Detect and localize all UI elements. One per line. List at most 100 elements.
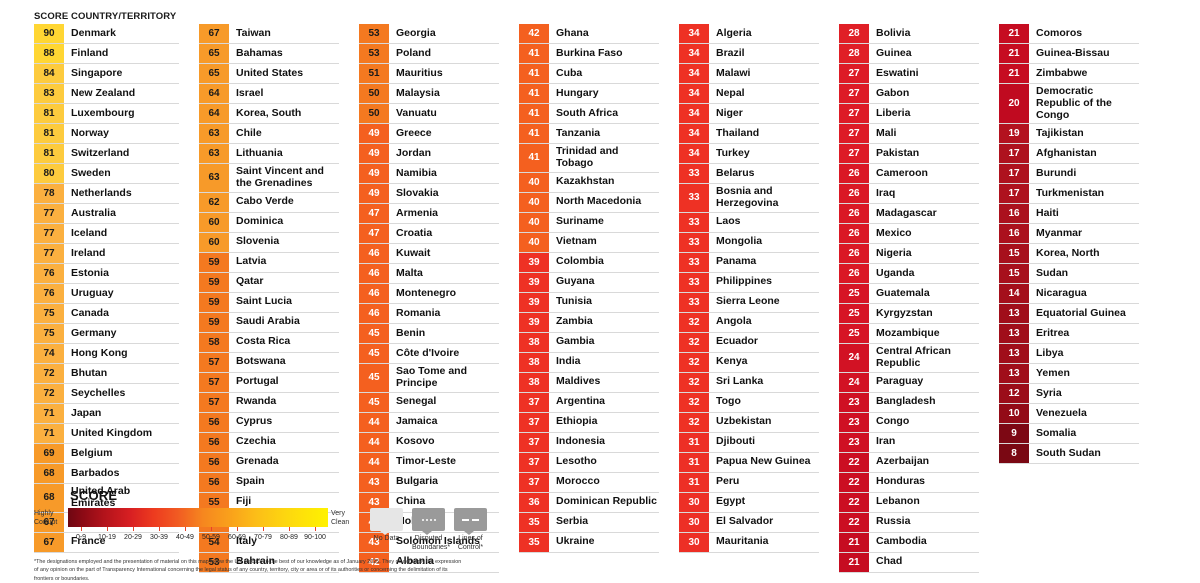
table-row[interactable]: 78 Netherlands	[34, 184, 179, 204]
table-row[interactable]: 33 Sierra Leone	[679, 292, 819, 313]
table-row[interactable]: 77 Ireland	[34, 244, 179, 264]
table-row[interactable]: 31 Djibouti	[679, 432, 819, 453]
table-row[interactable]: 74 Hong Kong	[34, 344, 179, 364]
table-row[interactable]: 90 Denmark	[34, 24, 179, 44]
table-row[interactable]: 26 Nigeria	[839, 244, 979, 264]
table-row[interactable]: 77 Australia	[34, 204, 179, 224]
table-row[interactable]: 21 Chad	[839, 552, 979, 573]
table-row[interactable]: 63 Chile	[199, 124, 339, 144]
table-row[interactable]: 75 Canada	[34, 304, 179, 324]
table-row[interactable]: 44 Jamaica	[359, 412, 499, 433]
table-row[interactable]: 33 Philippines	[679, 272, 819, 293]
table-row[interactable]: 13 Eritrea	[999, 324, 1139, 345]
table-row[interactable]: 46 Malta	[359, 264, 499, 284]
table-row[interactable]: 63 Saint Vincent and the Grenadines	[199, 164, 339, 193]
table-row[interactable]: 59 Qatar	[199, 272, 339, 293]
table-row[interactable]: 26 Cameroon	[839, 164, 979, 184]
table-row[interactable]: 31 Papua New Guinea	[679, 452, 819, 473]
table-row[interactable]: 23 Iran	[839, 432, 979, 453]
table-row[interactable]: 34 Brazil	[679, 44, 819, 64]
table-row[interactable]: 36 Dominican Republic	[519, 492, 659, 513]
table-row[interactable]: 50 Vanuatu	[359, 104, 499, 124]
table-row[interactable]: 32 Togo	[679, 392, 819, 413]
table-row[interactable]: 40 Vietnam	[519, 232, 659, 253]
table-row[interactable]: 27 Liberia	[839, 104, 979, 124]
table-row[interactable]: 10 Venezuela	[999, 404, 1139, 425]
table-row[interactable]: 41 Burkina Faso	[519, 44, 659, 64]
table-row[interactable]: 59 Latvia	[199, 252, 339, 273]
table-row[interactable]: 13 Yemen	[999, 364, 1139, 385]
table-row[interactable]: 15 Korea, North	[999, 244, 1139, 265]
table-row[interactable]: 39 Tunisia	[519, 292, 659, 313]
table-row[interactable]: 76 Uruguay	[34, 284, 179, 304]
table-row[interactable]: 47 Armenia	[359, 204, 499, 224]
table-row[interactable]: 37 Indonesia	[519, 432, 659, 453]
table-row[interactable]: 33 Panama	[679, 252, 819, 273]
table-row[interactable]: 19 Tajikistan	[999, 124, 1139, 145]
table-row[interactable]: 26 Iraq	[839, 184, 979, 204]
table-row[interactable]: 34 Nepal	[679, 84, 819, 104]
table-row[interactable]: 28 Guinea	[839, 44, 979, 64]
table-row[interactable]: 71 United Kingdom	[34, 424, 179, 444]
table-row[interactable]: 65 United States	[199, 64, 339, 84]
table-row[interactable]: 46 Kuwait	[359, 244, 499, 264]
table-row[interactable]: 42 Ghana	[519, 24, 659, 44]
table-row[interactable]: 81 Norway	[34, 124, 179, 144]
table-row[interactable]: 25 Kyrgyzstan	[839, 304, 979, 324]
table-row[interactable]: 9 Somalia	[999, 424, 1139, 445]
table-row[interactable]: 27 Pakistan	[839, 144, 979, 164]
table-row[interactable]: 56 Cyprus	[199, 412, 339, 433]
table-row[interactable]: 32 Angola	[679, 312, 819, 333]
table-row[interactable]: 41 Cuba	[519, 64, 659, 84]
table-row[interactable]: 40 North Macedonia	[519, 192, 659, 213]
table-row[interactable]: 12 Syria	[999, 384, 1139, 405]
table-row[interactable]: 45 Senegal	[359, 392, 499, 413]
table-row[interactable]: 56 Grenada	[199, 452, 339, 473]
table-row[interactable]: 14 Nicaragua	[999, 284, 1139, 305]
table-row[interactable]: 25 Mozambique	[839, 324, 979, 344]
table-row[interactable]: 35 Ukraine	[519, 532, 659, 553]
table-row[interactable]: 57 Rwanda	[199, 392, 339, 413]
table-row[interactable]: 17 Turkmenistan	[999, 184, 1139, 205]
table-row[interactable]: 30 El Salvador	[679, 512, 819, 533]
table-row[interactable]: 49 Namibia	[359, 164, 499, 184]
table-row[interactable]: 16 Haiti	[999, 204, 1139, 225]
table-row[interactable]: 39 Guyana	[519, 272, 659, 293]
table-row[interactable]: 34 Algeria	[679, 24, 819, 44]
table-row[interactable]: 39 Colombia	[519, 252, 659, 273]
table-row[interactable]: 23 Bangladesh	[839, 392, 979, 413]
table-row[interactable]: 59 Saudi Arabia	[199, 312, 339, 333]
table-row[interactable]: 44 Kosovo	[359, 432, 499, 453]
table-row[interactable]: 40 Kazakhstan	[519, 172, 659, 193]
table-row[interactable]: 37 Ethiopia	[519, 412, 659, 433]
table-row[interactable]: 21 Zimbabwe	[999, 64, 1139, 84]
table-row[interactable]: 17 Afghanistan	[999, 144, 1139, 165]
table-row[interactable]: 16 Myanmar	[999, 224, 1139, 245]
table-row[interactable]: 67 Taiwan	[199, 24, 339, 44]
table-row[interactable]: 26 Mexico	[839, 224, 979, 244]
table-row[interactable]: 37 Morocco	[519, 472, 659, 493]
table-row[interactable]: 38 Maldives	[519, 372, 659, 393]
table-row[interactable]: 41 Hungary	[519, 84, 659, 104]
table-row[interactable]: 25 Guatemala	[839, 284, 979, 304]
table-row[interactable]: 83 New Zealand	[34, 84, 179, 104]
table-row[interactable]: 8 South Sudan	[999, 444, 1139, 465]
table-row[interactable]: 53 Poland	[359, 44, 499, 64]
table-row[interactable]: 46 Romania	[359, 304, 499, 324]
table-row[interactable]: 65 Bahamas	[199, 44, 339, 64]
table-row[interactable]: 45 Sao Tome and Principe	[359, 364, 499, 393]
table-row[interactable]: 49 Slovakia	[359, 184, 499, 204]
table-row[interactable]: 24 Paraguay	[839, 372, 979, 393]
table-row[interactable]: 17 Burundi	[999, 164, 1139, 185]
table-row[interactable]: 28 Bolivia	[839, 24, 979, 44]
table-row[interactable]: 31 Peru	[679, 472, 819, 493]
table-row[interactable]: 39 Zambia	[519, 312, 659, 333]
table-row[interactable]: 22 Honduras	[839, 472, 979, 493]
table-row[interactable]: 57 Portugal	[199, 372, 339, 393]
table-row[interactable]: 27 Gabon	[839, 84, 979, 104]
table-row[interactable]: 58 Costa Rica	[199, 332, 339, 353]
table-row[interactable]: 21 Comoros	[999, 24, 1139, 44]
table-row[interactable]: 30 Mauritania	[679, 532, 819, 553]
table-row[interactable]: 81 Switzerland	[34, 144, 179, 164]
table-row[interactable]: 34 Turkey	[679, 144, 819, 164]
